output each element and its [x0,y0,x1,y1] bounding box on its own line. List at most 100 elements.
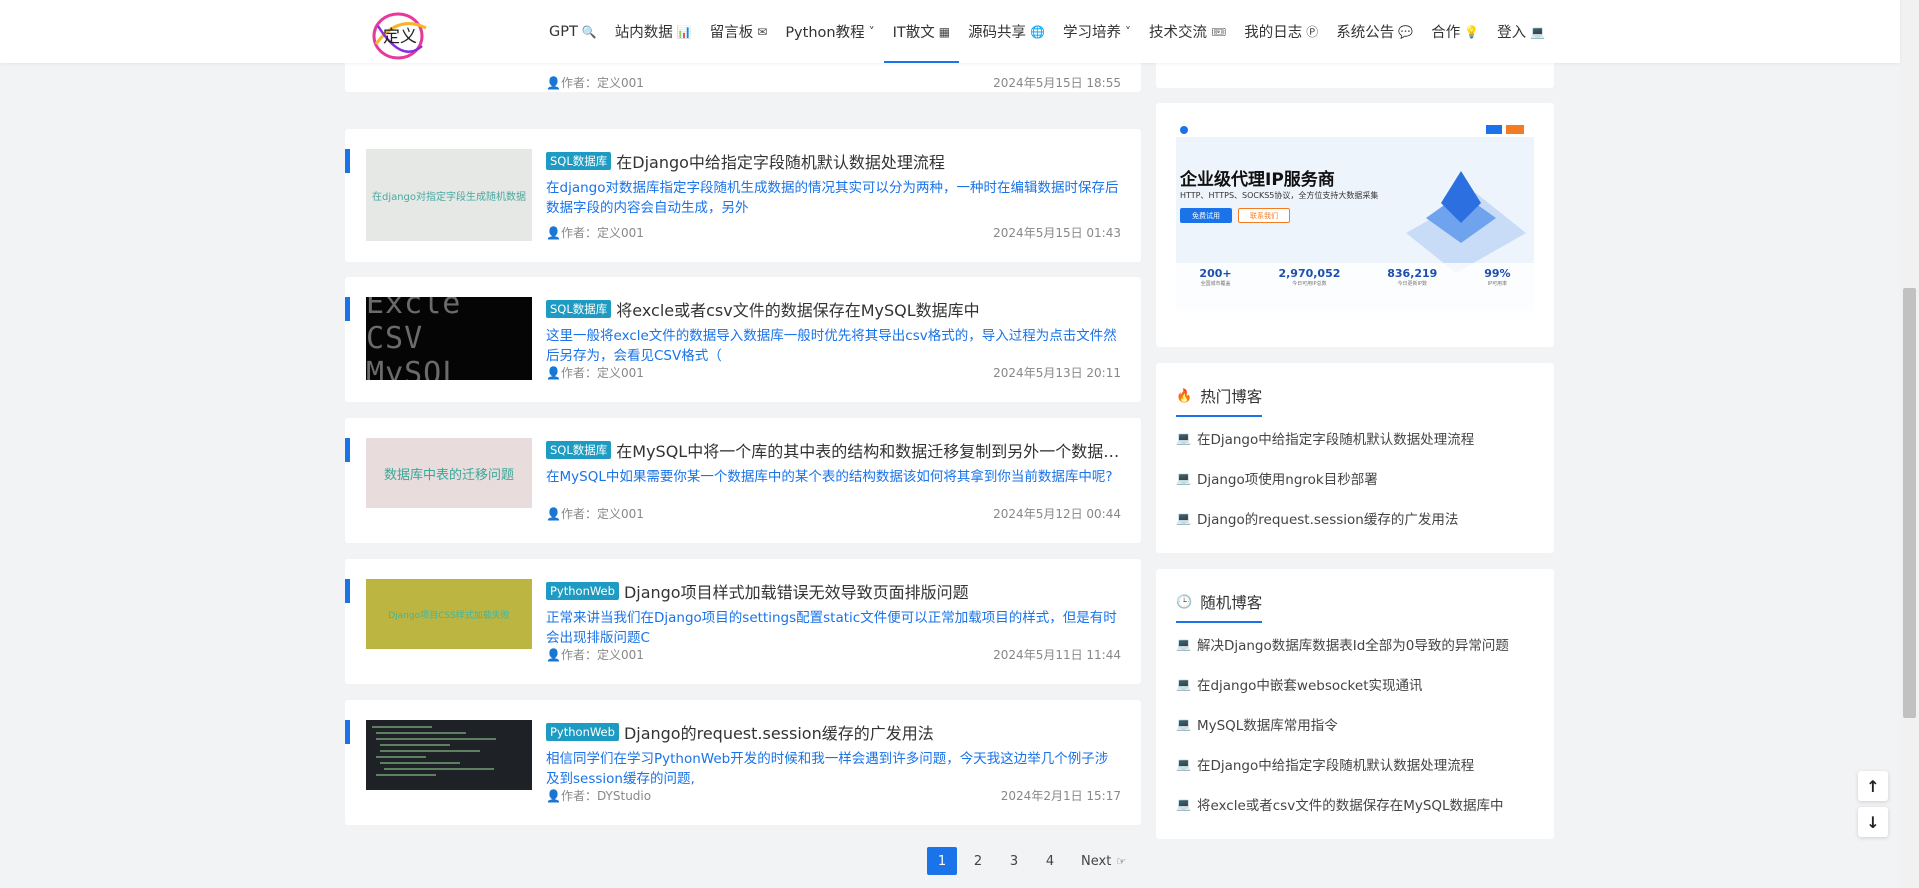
article-card[interactable]: Django项目CSS样式加载失败 PythonWeb Django项目样式加载错… [345,559,1141,684]
laptop-icon: 💻 [1530,24,1546,39]
search-icon: 🔍 [581,24,597,39]
thumbnail-text: Django项目CSS样式加载失败 [388,610,510,621]
article-thumbnail[interactable]: 数据库中表的迁移问题 [366,438,532,508]
arrow-up-icon: ↑ [1866,776,1880,796]
article-author: 👤作者：定义001 [546,366,644,380]
laptop-icon: 💻 [1176,637,1191,651]
nav-python-tutorial[interactable]: Python教程 ˅ [776,0,883,63]
nav-source-share[interactable]: 源码共享 🌐 [959,0,1054,63]
proxy-ad-banner[interactable]: 企业级代理IP服务商 HTTP、HTTPS、SOCKS5协议，全方位支持大数据采… [1176,123,1534,311]
nav-login[interactable]: 登入 💻 [1488,0,1554,63]
article-excerpt[interactable]: 在django对数据库指定字段随机生成数据的情况其实可以分为两种，一种时在编辑数… [546,178,1121,218]
user-icon: 👤 [546,648,561,662]
article-meta: 👤作者：定义001 2024年5月13日 20:11 [546,364,1121,381]
category-tag[interactable]: SQL数据库 [546,152,612,170]
random-blog-item[interactable]: 💻 在Django中给指定字段随机默认数据处理流程 [1176,754,1474,774]
page-scrollbar[interactable] [1900,0,1919,888]
random-blog-item[interactable]: 💻 解决Django数据库数据表Id全部为0导致的异常问题 [1176,634,1509,654]
ad-stat: 2,970,052 今日可用IP总数 [1278,267,1341,287]
chevron-down-icon: ˅ [1125,24,1132,39]
article-thumbnail[interactable] [366,720,532,790]
article-card[interactable]: 在django对指定字段生成随机数据 SQL数据库 在Django中给指定字段随机… [345,129,1141,262]
nav-learning[interactable]: 学习培养 ˅ [1054,0,1140,63]
article-title[interactable]: 将excle或者csv文件的数据保存在MySQL数据库中 [616,297,979,321]
scroll-bottom-button[interactable]: ↓ [1858,807,1888,837]
article-card[interactable]: 数据库中表的迁移问题 SQL数据库 在MySQL中将一个库的其中表的结构和数据迁移… [345,418,1141,543]
article-title[interactable]: Django的request.session缓存的广发用法 [624,720,934,744]
nav-it-essay[interactable]: IT散文 ▦ [883,0,960,63]
nav-site-data[interactable]: 站内数据 📊 [606,0,701,63]
article-title[interactable]: 在MySQL中将一个库的其中表的结构和数据迁移复制到另外一个数据库中 [616,438,1121,462]
category-tag[interactable]: PythonWeb [546,723,619,741]
article-meta: 👤作者：定义001 2024年5月12日 00:44 [546,505,1121,522]
category-tag[interactable]: SQL数据库 [546,300,612,318]
page-4[interactable]: 4 [1035,847,1065,875]
hot-blogs-box: 🔥 热门博客 💻 在Django中给指定字段随机默认数据处理流程 💻 Django项使… [1156,363,1554,553]
next-page-button[interactable]: Next ☞ [1081,854,1126,869]
hand-right-icon: ☞ [1116,854,1127,868]
article-date: 2024年5月15日 18:55 [993,76,1121,90]
article-thumbnail[interactable]: Django项目CSS样式加载失败 [366,579,532,649]
accent-bar [345,297,350,321]
category-tag[interactable]: PythonWeb [546,582,619,600]
article-author: 👤作者：定义001 [546,648,644,662]
article-excerpt[interactable]: 正常来讲当我们在Django项目的settings配置static文件便可以正常… [546,608,1121,648]
scroll-top-button[interactable]: ↑ [1858,771,1888,801]
article-title[interactable]: Django项目样式加载错误无效导致页面排版问题 [624,579,969,603]
user-icon: 👤 [546,366,561,380]
article-excerpt[interactable]: 这里一般将excle文件的数据导入数据库一般时优先将其导出csv格式的，导入过程… [546,326,1121,366]
article-card[interactable]: Excle CSV MySQL SQL数据库 将excle或者csv文件的数据保存… [345,277,1141,402]
comments-icon: 💬 [1398,24,1414,39]
article-author: 👤作者：定义001 [546,226,644,240]
page-2[interactable]: 2 [963,847,993,875]
hot-blog-item[interactable]: 💻 在Django中给指定字段随机默认数据处理流程 [1176,428,1474,448]
article-date: 2024年5月15日 01:43 [993,226,1121,240]
ad-trial-button[interactable]: 免费试用 [1180,208,1232,223]
accent-bar [345,149,350,173]
globe-icon: 🌐 [1030,24,1046,39]
article-title[interactable]: 在Django中给指定字段随机默认数据处理流程 [616,149,945,173]
laptop-icon: 💻 [1176,717,1191,731]
article-card[interactable]: PythonWeb Django的request.session缓存的广发用法 相… [345,700,1141,825]
nav-tech-exchange[interactable]: 技术交流 🎟 [1140,0,1235,63]
chevron-down-icon: ˅ [868,24,875,39]
article-thumbnail[interactable]: 在django对指定字段生成随机数据 [366,149,532,241]
page-3[interactable]: 3 [999,847,1029,875]
ad-stat: 200+ 全国城市覆盖 [1199,267,1232,287]
article-thumbnail[interactable]: Excle CSV MySQL [366,297,532,380]
laptop-icon: 💻 [1176,797,1191,811]
page-1[interactable]: 1 [927,847,957,875]
ad-headline: 企业级代理IP服务商 [1180,170,1335,190]
nav-my-log[interactable]: 我的日志 Ⓟ [1235,0,1327,63]
article-date: 2024年5月11日 11:44 [993,648,1121,662]
site-logo[interactable]: 定义 [368,6,432,64]
sidebar-ad-box: 企业级代理IP服务商 HTTP、HTTPS、SOCKS5协议，全方位支持大数据采… [1156,103,1554,347]
ad-stat: 99% IP可用率 [1484,267,1511,287]
article-excerpt[interactable]: 相信同学们在学习PythonWeb开发的时候和我一样会遇到许多问题，今天我这边举… [546,749,1121,789]
nav-message-board[interactable]: 留言板 ✉ [701,0,777,63]
nav-gpt[interactable]: GPT 🔍 [540,0,606,63]
article-date: 2024年5月13日 20:11 [993,366,1121,380]
ad-contact-button[interactable]: 联系我们 [1238,208,1290,223]
hot-blog-item[interactable]: 💻 Django的request.session缓存的广发用法 [1176,508,1458,528]
article-author: 👤作者：定义001 [546,76,644,90]
random-blog-item[interactable]: 💻 在django中嵌套websocket实现通讯 [1176,674,1423,694]
article-excerpt[interactable]: 在MySQL中如果需要你某一个数据库中的某个表的结构数据该如何将其拿到你当前数据… [546,467,1121,507]
nav-cooperation[interactable]: 合作 💡 [1422,0,1488,63]
category-tag[interactable]: SQL数据库 [546,441,612,459]
laptop-icon: 💻 [1176,677,1191,691]
ad-stats: 200+ 全国城市覆盖 2,970,052 今日可用IP总数 836,219 今日更新… [1176,267,1534,287]
hot-blog-item[interactable]: 💻 Django项使用ngrok目秒部署 [1176,468,1378,488]
hot-blogs-heading: 🔥 热门博客 [1176,385,1263,417]
scrollbar-thumb[interactable] [1903,288,1916,718]
arrow-down-icon: ↓ [1866,812,1880,832]
main-nav: GPT 🔍 站内数据 📊 留言板 ✉ Python教程 ˅ IT散文 ▦ 源码共享 🌐 学习… [540,0,1554,63]
clock-icon: 🕒 [1176,594,1193,610]
ticket-icon: 🎟 [1211,24,1227,39]
ad-subtext: HTTP、HTTPS、SOCKS5协议，全方位支持大数据采集 [1180,191,1379,200]
code-screenshot-image [372,726,496,776]
nav-announcements[interactable]: 系统公告 💬 [1327,0,1422,63]
random-blog-item[interactable]: 💻 将excle或者csv文件的数据保存在MySQL数据库中 [1176,794,1504,814]
article-author: 👤作者：DYStudio [546,789,652,803]
random-blog-item[interactable]: 💻 MySQL数据库常用指令 [1176,714,1338,734]
